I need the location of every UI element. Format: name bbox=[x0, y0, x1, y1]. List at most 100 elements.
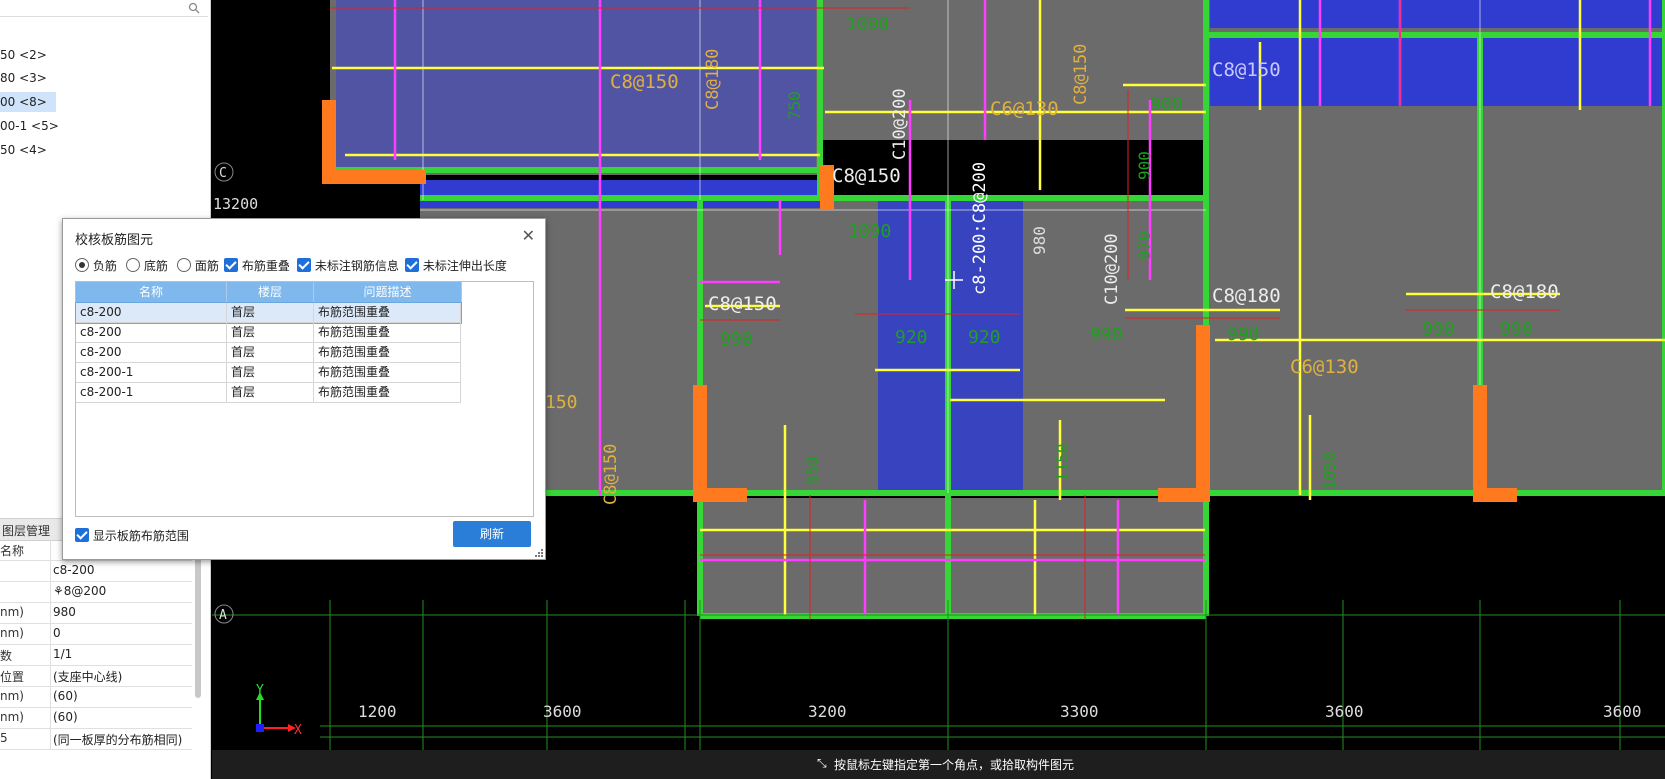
close-icon[interactable]: ✕ bbox=[522, 226, 535, 245]
cell-floor: 首层 bbox=[227, 323, 314, 342]
dialog-title: 校核板筋图元 bbox=[75, 233, 154, 248]
property-row[interactable]: 数 1/1 bbox=[0, 644, 192, 666]
check-show-range[interactable]: 显示板筋布筋范围 bbox=[75, 527, 189, 544]
table-row[interactable]: c8-200 首层 布筋范围重叠 bbox=[76, 343, 461, 363]
tree-item[interactable]: 50 <2> bbox=[0, 45, 47, 65]
check-label: 布筋重叠 bbox=[241, 259, 290, 273]
dim-text: 3600 bbox=[1603, 702, 1642, 721]
property-value: (支座中心线) bbox=[53, 670, 123, 684]
cursor-icon: ⤡ bbox=[817, 756, 827, 770]
property-key: nm) bbox=[0, 605, 24, 619]
property-value: c8-200 bbox=[53, 563, 95, 577]
cell-name: c8-200 bbox=[76, 303, 227, 322]
tree-search-bar[interactable] bbox=[0, 0, 208, 17]
property-row[interactable]: 5 (同一板厚的分布筋相同) bbox=[0, 728, 192, 750]
checkbox-icon bbox=[224, 258, 238, 272]
check-label: 未标注伸出长度 bbox=[422, 259, 507, 273]
layer-tab-label: 图层管理 bbox=[2, 524, 51, 538]
property-row[interactable]: nm) (60) bbox=[0, 707, 192, 729]
radio-dot-icon bbox=[126, 258, 140, 272]
len-label: 990 bbox=[1090, 324, 1123, 345]
table-row[interactable]: c8-200-1 首层 布筋范围重叠 bbox=[76, 383, 461, 403]
rebar-label: C8@180 bbox=[1490, 281, 1559, 303]
len-label: 990 bbox=[1422, 319, 1455, 340]
column-header-floor[interactable]: 楼层 bbox=[227, 282, 314, 302]
property-key: nm) bbox=[0, 689, 24, 703]
dim-text: 3200 bbox=[808, 702, 847, 721]
property-value: 980 bbox=[53, 605, 76, 619]
ucs-y-label: Y bbox=[256, 683, 264, 698]
check-no-info[interactable]: 未标注钢筋信息 bbox=[297, 257, 399, 274]
cell-desc: 布筋范围重叠 bbox=[314, 323, 461, 342]
len-label: 980 bbox=[1030, 226, 1049, 255]
table-row[interactable]: c8-200 首层 布筋范围重叠 bbox=[75, 302, 462, 324]
cell-name: c8-200-1 bbox=[76, 383, 227, 402]
property-key: 数 bbox=[0, 649, 13, 663]
table-row[interactable]: c8-200-1 首层 布筋范围重叠 bbox=[76, 363, 461, 383]
radio-bottom[interactable]: 底筋 bbox=[126, 257, 168, 274]
table-header: 名称 楼层 问题描述 bbox=[76, 282, 462, 302]
len-label: 1090 bbox=[848, 221, 891, 242]
tree-item[interactable]: 80 <3> bbox=[0, 68, 47, 88]
len-label: 900 bbox=[1150, 94, 1183, 115]
property-row[interactable]: nm) (60) bbox=[0, 686, 192, 708]
len-label: 990 bbox=[1500, 319, 1533, 340]
radio-top[interactable]: 面筋 bbox=[177, 257, 219, 274]
status-bar: ⤡ 按鼠标左键指定第一个角点，或拾取构件图元 bbox=[212, 750, 1665, 779]
dim-text: 3300 bbox=[1060, 702, 1099, 721]
check-rebar-dialog[interactable]: 校核板筋图元 ✕ 负筋 底筋 面筋 布筋重叠 未标注钢筋信息 未标注伸出长度 名… bbox=[62, 218, 546, 560]
checkbox-icon bbox=[405, 258, 419, 272]
tree-item-selected[interactable]: 00 <8> bbox=[0, 92, 56, 112]
cell-desc: 布筋范围重叠 bbox=[314, 383, 461, 402]
property-row[interactable]: c8-200 bbox=[0, 560, 192, 582]
property-scrollbar[interactable] bbox=[195, 548, 201, 698]
len-label: 1150 bbox=[1053, 443, 1072, 482]
rebar-label: C6@130 bbox=[1290, 356, 1359, 378]
len-label: 150 bbox=[545, 392, 578, 413]
radio-label: 面筋 bbox=[194, 259, 219, 273]
dim-text: 1200 bbox=[358, 702, 397, 721]
tree-item[interactable]: 50 <4> bbox=[0, 140, 47, 160]
check-overlap[interactable]: 布筋重叠 bbox=[224, 257, 290, 274]
check-label: 未标注钢筋信息 bbox=[314, 259, 399, 273]
property-key: nm) bbox=[0, 626, 24, 640]
property-value: 0 bbox=[53, 626, 61, 640]
property-row[interactable]: 位置 (支座中心线) bbox=[0, 665, 192, 687]
table-row[interactable]: c8-200 首层 布筋范围重叠 bbox=[76, 323, 461, 343]
radio-label: 负筋 bbox=[92, 259, 117, 273]
checkbox-icon bbox=[75, 528, 89, 542]
radio-negative[interactable]: 负筋 bbox=[75, 257, 117, 274]
ucs-x-label: X bbox=[294, 723, 302, 738]
radio-dot-icon bbox=[75, 258, 89, 272]
status-message: 按鼠标左键指定第一个角点，或拾取构件图元 bbox=[834, 758, 1075, 772]
property-value: ⚘8@200 bbox=[53, 584, 107, 598]
rebar-label: C8@150 bbox=[610, 71, 679, 93]
cell-floor: 首层 bbox=[227, 303, 314, 322]
property-row[interactable]: nm) 0 bbox=[0, 623, 192, 645]
tree-item[interactable]: 00-1 <5> bbox=[0, 116, 59, 136]
property-value: (60) bbox=[53, 710, 78, 724]
cell-floor: 首层 bbox=[227, 383, 314, 402]
rebar-label: C8@150 bbox=[601, 444, 621, 505]
property-row[interactable]: ⚘8@200 bbox=[0, 581, 192, 603]
rebar-label: C10@200 bbox=[1102, 233, 1122, 305]
column-header-desc[interactable]: 问题描述 bbox=[314, 282, 462, 302]
resize-grip-icon[interactable] bbox=[535, 549, 543, 557]
rebar-label: C8@150 bbox=[832, 165, 901, 187]
property-key: 名称 bbox=[0, 544, 25, 558]
check-no-length[interactable]: 未标注伸出长度 bbox=[405, 257, 507, 274]
cell-floor: 首层 bbox=[227, 343, 314, 362]
issues-table[interactable]: 名称 楼层 问题描述 c8-200 首层 布筋范围重叠 c8-200 首层 布筋… bbox=[75, 281, 534, 517]
cell-desc: 布筋范围重叠 bbox=[314, 303, 461, 322]
column-header-name[interactable]: 名称 bbox=[76, 282, 227, 302]
cell-name: c8-200 bbox=[76, 343, 227, 362]
search-icon[interactable] bbox=[188, 2, 200, 14]
len-label: 990 bbox=[720, 329, 753, 350]
axis-label-a: A bbox=[219, 608, 227, 623]
dim-text: 3600 bbox=[543, 702, 582, 721]
refresh-button[interactable]: 刷新 bbox=[453, 521, 531, 547]
property-row[interactable]: nm) 980 bbox=[0, 602, 192, 624]
len-label: 1090 bbox=[846, 14, 889, 35]
rebar-label: C8@150 bbox=[708, 293, 777, 315]
dim-text: 3600 bbox=[1325, 702, 1364, 721]
